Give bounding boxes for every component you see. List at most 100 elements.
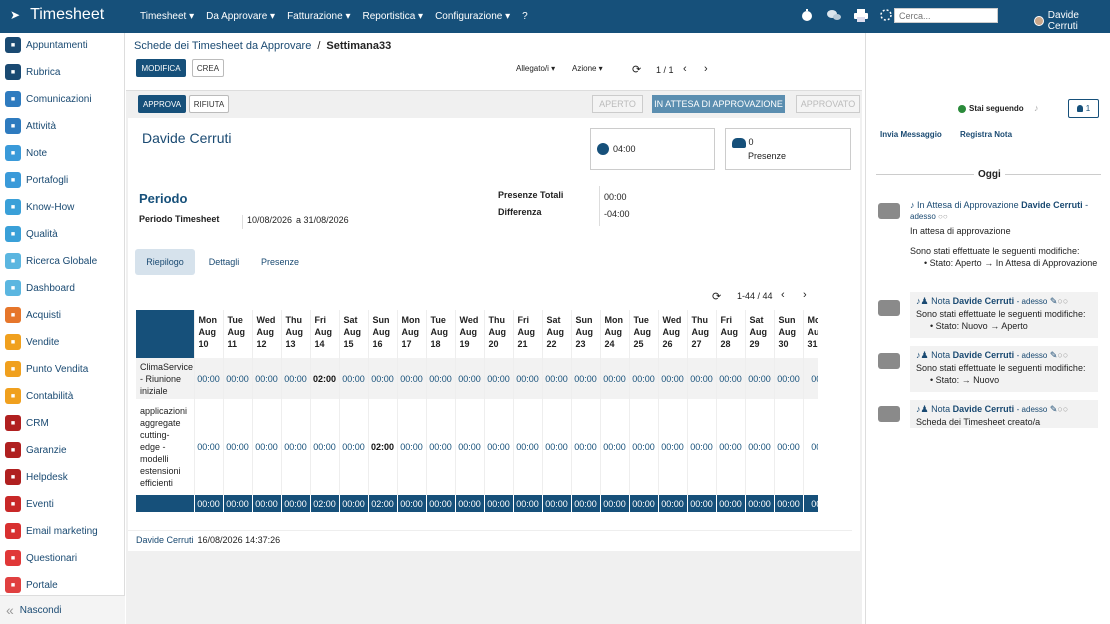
status-step-aperto[interactable]: APERTO bbox=[592, 95, 643, 113]
hide-sidebar-button[interactable]: « Nascondi bbox=[0, 595, 125, 624]
hour-cell[interactable]: 00:00 bbox=[194, 399, 224, 495]
chevron-left-icon[interactable]: ‹ bbox=[683, 63, 687, 75]
sidebar-item[interactable]: ■ Dashboard bbox=[5, 277, 75, 299]
sidebar-item[interactable]: ■ Vendite bbox=[5, 331, 59, 353]
hour-cell[interactable]: 00:00 bbox=[223, 399, 253, 495]
hour-cell[interactable]: 00:00 bbox=[484, 358, 514, 399]
hour-cell[interactable]: 00:00 bbox=[629, 399, 659, 495]
message-3-author[interactable]: Davide Cerruti bbox=[953, 350, 1015, 360]
hour-cell[interactable]: 02:00 bbox=[310, 358, 340, 399]
sidebar-item[interactable]: ■ Email marketing bbox=[5, 520, 98, 542]
refresh-icon[interactable]: ⟳ bbox=[632, 63, 641, 76]
sidebar-item[interactable]: ■ Contabilità bbox=[5, 385, 73, 407]
glasses-icon[interactable]: ○○ bbox=[1057, 404, 1068, 414]
sidebar-item[interactable]: ■ Garanzie bbox=[5, 439, 67, 461]
sidebar-item[interactable]: ■ Portale bbox=[5, 574, 58, 596]
modifica-button[interactable]: MODIFICA bbox=[136, 59, 186, 77]
hour-cell[interactable]: 00:00 bbox=[571, 358, 601, 399]
sidebar-item[interactable]: ■ Rubrica bbox=[5, 61, 60, 83]
sidebar-item[interactable]: ■ Note bbox=[5, 142, 47, 164]
hour-cell[interactable]: 00:00 bbox=[658, 399, 688, 495]
hour-cell[interactable]: 00:00 bbox=[600, 399, 630, 495]
hour-cell[interactable]: 00:00 bbox=[455, 399, 485, 495]
stopwatch-icon[interactable] bbox=[800, 8, 814, 22]
follow-status[interactable]: Stai seguendo bbox=[958, 104, 1024, 113]
sidebar-item[interactable]: ■ Comunicazioni bbox=[5, 88, 92, 110]
message-4-author[interactable]: Davide Cerruti bbox=[953, 404, 1015, 414]
sidebar-item[interactable]: ■ Know-How bbox=[5, 196, 74, 218]
hour-cell[interactable]: 00:00 bbox=[194, 358, 224, 399]
hour-cell[interactable]: 00:00 bbox=[745, 399, 775, 495]
approva-button[interactable]: APPROVA bbox=[138, 95, 186, 113]
sidebar-item[interactable]: ■ CRM bbox=[5, 412, 49, 434]
grid-refresh-icon[interactable]: ⟳ bbox=[712, 290, 721, 303]
hour-cell[interactable]: 00:00 bbox=[542, 358, 572, 399]
hour-cell[interactable]: 00:00 bbox=[745, 358, 775, 399]
hour-cell[interactable]: 00:00 bbox=[252, 399, 282, 495]
sidebar-item[interactable]: ■ Acquisti bbox=[5, 304, 61, 326]
hour-cell[interactable]: 00:00 bbox=[339, 358, 369, 399]
chevron-right-icon[interactable]: › bbox=[704, 63, 708, 75]
tab-dettagli[interactable]: Dettagli bbox=[198, 249, 250, 275]
send-message-button[interactable]: Invia Messaggio bbox=[880, 130, 942, 139]
followers-button[interactable]: 1 bbox=[1068, 99, 1099, 118]
grid-chevron-right-icon[interactable]: › bbox=[803, 289, 807, 301]
sidebar-item[interactable]: ■ Eventi bbox=[5, 493, 54, 515]
rifiuta-button[interactable]: RIFIUTA bbox=[189, 95, 229, 113]
hour-cell[interactable]: 00:00 bbox=[600, 358, 630, 399]
hour-cell[interactable]: 00:00 bbox=[774, 399, 804, 495]
menu-fatturazione[interactable]: Fatturazione ▾ bbox=[287, 11, 350, 22]
glasses-icon[interactable]: ○○ bbox=[938, 212, 948, 221]
hour-cell[interactable]: 00:00 bbox=[484, 399, 514, 495]
hour-cell[interactable]: 00:00 bbox=[252, 358, 282, 399]
log-note-button[interactable]: Registra Nota bbox=[960, 130, 1012, 139]
hour-cell[interactable]: 00:00 bbox=[687, 358, 717, 399]
menu-help[interactable]: ? bbox=[522, 11, 528, 22]
glasses-icon[interactable]: ○○ bbox=[1057, 296, 1068, 306]
hour-cell[interactable]: 00: bbox=[803, 358, 818, 399]
sidebar-item[interactable]: ■ Appuntamenti bbox=[5, 34, 88, 56]
menu-da-approvare[interactable]: Da Approvare ▾ bbox=[206, 11, 275, 22]
hour-cell[interactable]: 00: bbox=[803, 399, 818, 495]
sidebar-item[interactable]: ■ Questionari bbox=[5, 547, 77, 569]
grid-chevron-left-icon[interactable]: ‹ bbox=[781, 289, 785, 301]
sidebar-item[interactable]: ■ Punto Vendita bbox=[5, 358, 88, 380]
user-menu[interactable]: Davide Cerruti bbox=[1034, 10, 1110, 32]
presenze-smart-button[interactable]: 0 Presenze bbox=[725, 128, 851, 170]
allegati-dropdown[interactable]: Allegato/i ▾ bbox=[516, 64, 555, 73]
date-from[interactable]: 10/08/2026 bbox=[247, 215, 292, 229]
hour-cell[interactable]: 00:00 bbox=[426, 358, 456, 399]
chat-bubbles-icon[interactable] bbox=[826, 8, 842, 22]
app-brand[interactable]: ➤ Timesheet bbox=[10, 6, 104, 24]
hours-smart-button[interactable]: 04:00 bbox=[590, 128, 715, 170]
tab-riepilogo[interactable]: Riepilogo bbox=[135, 249, 195, 275]
crea-button[interactable]: CREA bbox=[192, 59, 224, 77]
hour-cell[interactable]: 00:00 bbox=[426, 399, 456, 495]
sidebar-item[interactable]: ■ Attività bbox=[5, 115, 56, 137]
hour-cell[interactable]: 00:00 bbox=[774, 358, 804, 399]
breadcrumb-parent[interactable]: Schede dei Timesheet da Approvare bbox=[134, 40, 311, 52]
printer-icon[interactable] bbox=[854, 8, 868, 22]
hour-cell[interactable]: 00:00 bbox=[629, 358, 659, 399]
glasses-icon[interactable]: ○○ bbox=[1057, 350, 1068, 360]
hour-cell[interactable]: 00:00 bbox=[339, 399, 369, 495]
hour-cell[interactable]: 00:00 bbox=[281, 399, 311, 495]
hour-cell[interactable]: 00:00 bbox=[455, 358, 485, 399]
hour-cell[interactable]: 00:00 bbox=[397, 358, 427, 399]
menu-timesheet[interactable]: Timesheet ▾ bbox=[140, 11, 194, 22]
hour-cell[interactable]: 02:00 bbox=[368, 399, 398, 495]
date-to[interactable]: a 31/08/2026 bbox=[296, 215, 349, 229]
tab-presenze[interactable]: Presenze bbox=[252, 249, 308, 275]
hour-cell[interactable]: 00:00 bbox=[281, 358, 311, 399]
hour-cell[interactable]: 00:00 bbox=[310, 399, 340, 495]
sidebar-item[interactable]: ■ Qualità bbox=[5, 223, 58, 245]
hour-cell[interactable]: 00:00 bbox=[716, 399, 746, 495]
status-step-in-attesa[interactable]: IN ATTESA DI APPROVAZIONE bbox=[652, 95, 785, 113]
hour-cell[interactable]: 00:00 bbox=[223, 358, 253, 399]
message-1-author[interactable]: Davide Cerruti bbox=[1021, 200, 1083, 210]
message-2-author[interactable]: Davide Cerruti bbox=[953, 296, 1015, 306]
search-input[interactable] bbox=[894, 8, 998, 23]
hour-cell[interactable]: 00:00 bbox=[368, 358, 398, 399]
hour-cell[interactable]: 00:00 bbox=[513, 358, 543, 399]
azione-dropdown[interactable]: Azione ▾ bbox=[572, 64, 603, 73]
